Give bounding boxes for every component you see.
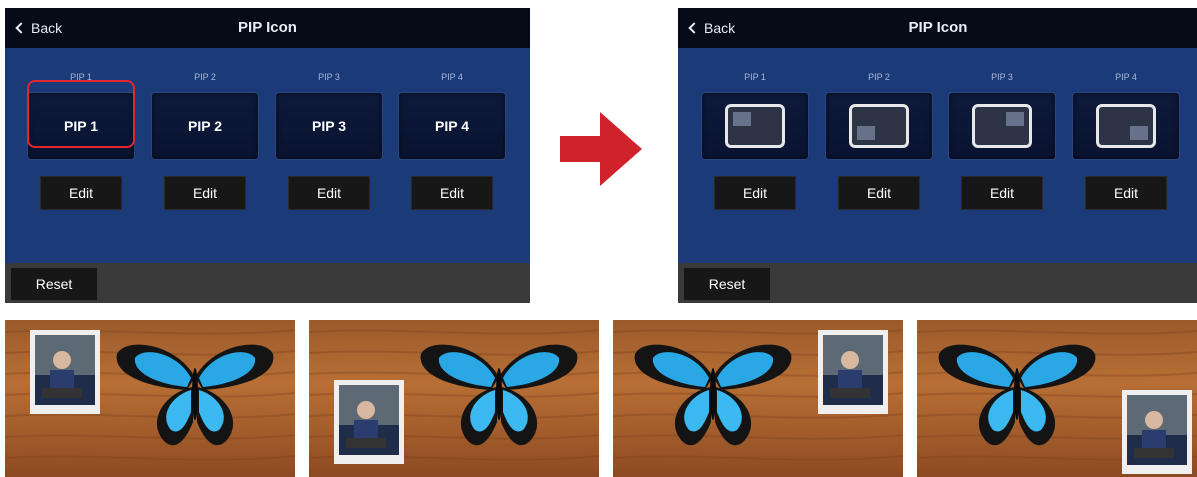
- pip-top-left-icon: [725, 104, 785, 148]
- photo-pip-top-right: [613, 320, 903, 477]
- pip-icon-screen-before: Back PIP Icon PIP 1 PIP 2 PIP 3 PIP 4 PI…: [5, 8, 530, 303]
- slot-label-pip1: PIP 1: [744, 72, 766, 82]
- pip4-edit-button[interactable]: Edit: [411, 176, 493, 210]
- pip3-button[interactable]: [948, 92, 1056, 160]
- pip-inset: [1122, 390, 1192, 474]
- pip1-button[interactable]: [701, 92, 809, 160]
- photo-pip-bottom-left: [309, 320, 599, 477]
- pip-icon-screen-after: Back PIP Icon PIP 1 PIP 2 PIP 3 PIP 4 Ed…: [678, 8, 1197, 303]
- pip1-edit-button[interactable]: Edit: [714, 176, 796, 210]
- pip2-edit-button[interactable]: Edit: [164, 176, 246, 210]
- pip-inset: [818, 330, 888, 414]
- pip1-edit-button[interactable]: Edit: [40, 176, 122, 210]
- reset-button[interactable]: Reset: [684, 268, 770, 300]
- slot-label-pip4: PIP 4: [1115, 72, 1137, 82]
- pip-bottom-right-icon: [1096, 104, 1156, 148]
- slot-label-pip2: PIP 2: [194, 72, 216, 82]
- title-bar: Back PIP Icon: [5, 8, 530, 48]
- photo-pip-bottom-right: [917, 320, 1197, 477]
- bottom-bar: Reset: [678, 263, 1197, 303]
- pip2-button[interactable]: [825, 92, 933, 160]
- right-arrow-icon: [560, 112, 642, 186]
- pip3-edit-button[interactable]: Edit: [288, 176, 370, 210]
- pip-inset: [334, 380, 404, 464]
- pip4-button[interactable]: PIP 4: [398, 92, 506, 160]
- page-title: PIP Icon: [238, 19, 297, 36]
- pip3-button[interactable]: PIP 3: [275, 92, 383, 160]
- selection-highlight: [27, 80, 135, 148]
- pip-inset: [30, 330, 100, 414]
- pip3-edit-button[interactable]: Edit: [961, 176, 1043, 210]
- pip-top-right-icon: [972, 104, 1032, 148]
- pip4-button[interactable]: [1072, 92, 1180, 160]
- slot-label-pip3: PIP 3: [318, 72, 340, 82]
- pip2-button[interactable]: PIP 2: [151, 92, 259, 160]
- slot-label-pip3: PIP 3: [991, 72, 1013, 82]
- photo-pip-top-left: [5, 320, 295, 477]
- reset-button[interactable]: Reset: [11, 268, 97, 300]
- pip4-edit-button[interactable]: Edit: [1085, 176, 1167, 210]
- pip2-edit-button[interactable]: Edit: [838, 176, 920, 210]
- bottom-bar: Reset: [5, 263, 530, 303]
- pip-bottom-left-icon: [849, 104, 909, 148]
- slot-label-pip4: PIP 4: [441, 72, 463, 82]
- title-bar: Back PIP Icon: [678, 8, 1197, 48]
- slot-label-pip2: PIP 2: [868, 72, 890, 82]
- page-title: PIP Icon: [908, 19, 968, 36]
